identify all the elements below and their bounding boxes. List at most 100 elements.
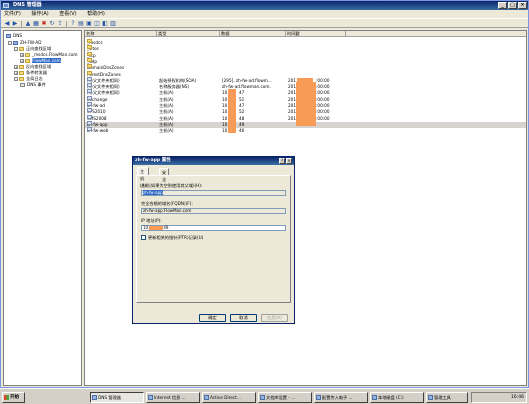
filter-icon[interactable]: ▥ — [110, 21, 116, 27]
show-tree-icon[interactable]: ▦ — [33, 21, 39, 27]
column-header-name[interactable]: 名称 — [85, 31, 157, 37]
tree-item-forward-zones[interactable]: - 正向查找区域 — [14, 46, 51, 51]
new-record-icon[interactable]: ▣ — [86, 21, 92, 27]
table-row[interactable]: ForestDnsZones — [85, 70, 526, 78]
record-icon — [87, 127, 92, 132]
menu-help[interactable]: 帮助(H) — [87, 11, 105, 17]
cancel-button[interactable]: 取消 — [230, 314, 257, 322]
record-icon — [87, 102, 92, 106]
dialog-title: zh-fw-app 属性 — [135, 158, 171, 163]
table-row[interactable]: _tcp — [85, 51, 526, 59]
delete-icon[interactable]: ✖ — [41, 21, 47, 27]
record-data: 10 — [222, 121, 228, 127]
record-timestamp: 201 — [288, 103, 296, 108]
host-field[interactable]: zh-fw-app — [141, 190, 286, 196]
title-bar[interactable]: DNS 管理器 _ □ × — [1, 1, 528, 10]
ip-label: IP 地址(P): — [141, 218, 162, 223]
app-icon — [316, 395, 321, 400]
expand-icon[interactable]: + — [14, 65, 18, 69]
table-row[interactable]: _msdcs — [85, 39, 526, 46]
dialog-title-bar[interactable]: zh-fw-app 属性 ? × — [133, 157, 294, 165]
tree-item-dns-events[interactable]: DNS 事件 — [20, 82, 46, 87]
tree-item-msdcs-zone[interactable]: + _msdcs.FlowMan.com — [20, 52, 78, 57]
host-tab-panel: 主机(如果为空则使用其父域)(H): zh-fw-app 完全合格的域名(FQD… — [136, 175, 291, 303]
log-icon — [20, 83, 25, 87]
ip-address-field[interactable]: 10. 49 — [141, 225, 286, 231]
record-timestamp-suffix: :00:00 — [316, 90, 330, 96]
record-data: [295], zh-fw-ad.flowm... — [222, 77, 272, 83]
help-icon[interactable]: ? — [70, 21, 76, 27]
app-icon — [428, 395, 433, 400]
new-alias-icon[interactable]: ◧ — [102, 21, 108, 27]
column-header-timestamp[interactable]: 时间戳 — [286, 31, 346, 37]
record-type: 起始授权机构(SOA) — [159, 77, 197, 83]
expand-icon[interactable]: + — [20, 53, 24, 57]
console-tree[interactable]: DNS - ZH-FW-AD - 正向查找区域 + _msdcs.FlowMan.co… — [3, 30, 82, 386]
table-row[interactable]: _sites — [85, 45, 526, 52]
up-folder-icon[interactable]: ▲ — [25, 21, 31, 27]
refresh-icon[interactable]: ↻ — [49, 21, 55, 27]
record-timestamp: 201 — [288, 84, 296, 90]
dialog-close-button[interactable]: × — [286, 158, 292, 164]
table-row[interactable]: zh-fw-web 主机(A) 10 46 — [85, 127, 526, 134]
table-row[interactable]: _udp — [85, 57, 526, 65]
minimize-button[interactable]: _ — [498, 2, 507, 9]
record-type: 主机(A) — [159, 96, 174, 102]
taskbar-button[interactable]: Internet 信息 ... — [146, 392, 200, 403]
taskbar-button[interactable]: 本地磁盘 (C:) — [370, 392, 424, 403]
taskbar-button[interactable]: Active Direct... — [202, 392, 256, 403]
clock[interactable]: 16:46 — [511, 395, 524, 400]
redaction-mark — [228, 89, 236, 133]
close-button[interactable]: × — [518, 2, 527, 9]
tab-host-a[interactable]: 主机(A) — [137, 167, 150, 188]
record-timestamp-suffix: :00:00 — [316, 103, 330, 108]
forward-icon[interactable]: ▶ — [12, 21, 18, 27]
menu-action[interactable]: 操作(A) — [31, 11, 48, 17]
taskbar-button[interactable]: DNS 管理器 — [90, 392, 144, 403]
column-header-data[interactable]: 数据 — [220, 31, 286, 37]
expand-icon[interactable]: + — [14, 71, 18, 75]
tab-security[interactable]: 安全 — [159, 168, 170, 182]
table-row[interactable]: DomainDnsZones — [85, 64, 526, 71]
collapse-icon[interactable]: - — [14, 47, 18, 51]
zone-icon — [25, 59, 30, 63]
record-data: 10 — [222, 109, 228, 115]
menu-file[interactable]: 文件(F) — [4, 11, 21, 17]
folder-icon — [19, 77, 24, 81]
record-name: zh-fw-web — [87, 127, 109, 134]
tree-item-server[interactable]: - ZH-FW-AD — [8, 40, 41, 45]
start-button[interactable]: 开始 — [2, 392, 25, 403]
folder-icon — [87, 39, 92, 43]
taskbar-button[interactable]: 配置传入电子 ... — [314, 392, 368, 403]
collapse-icon[interactable]: - — [14, 77, 18, 81]
fqdn-field: zh-fw-app.FlowMan.com — [141, 208, 286, 214]
properties-icon[interactable]: ▤ — [78, 21, 84, 27]
update-ptr-checkbox[interactable] — [141, 235, 146, 240]
tree-item-reverse-zones[interactable]: + 反向查找区域 — [14, 64, 51, 69]
taskbar: 开始 DNS 管理器 Internet 信息 ... Active Direct..… — [0, 388, 529, 404]
app-icon — [204, 395, 209, 400]
back-icon[interactable]: ◀ — [4, 21, 10, 27]
help-button[interactable]: ? — [279, 158, 285, 164]
toolbar-separator — [66, 21, 67, 27]
export-list-icon[interactable]: ⇪ — [57, 21, 63, 27]
record-data-suffix: 48 — [239, 115, 245, 121]
collapse-icon[interactable]: - — [8, 41, 12, 45]
ok-button[interactable]: 确定 — [199, 314, 226, 322]
taskbar-button[interactable]: 文档库设置 - ... — [258, 392, 312, 403]
expand-icon[interactable]: + — [20, 59, 24, 63]
tree-item-dns[interactable]: DNS — [6, 33, 22, 38]
tree-item-flowman-zone[interactable]: + FlowMan.com — [20, 58, 61, 63]
column-header-type[interactable]: 类型 — [157, 31, 220, 37]
maximize-button[interactable]: □ — [508, 2, 517, 9]
new-domain-icon[interactable]: ◫ — [94, 21, 100, 27]
tree-item-global-logs[interactable]: - 全局日志 — [14, 76, 43, 81]
taskbar-button[interactable]: 管理工具 — [426, 392, 468, 403]
menu-view[interactable]: 查看(V) — [59, 11, 76, 17]
tree-item-conditional-forwarders[interactable]: + 条件转发器 — [14, 70, 47, 75]
record-timestamp: 201 — [288, 77, 296, 83]
apply-button[interactable]: 应用(A) — [261, 314, 288, 322]
folder-icon — [87, 70, 92, 75]
record-timestamp-suffix: :00:00 — [316, 96, 330, 102]
folder-icon — [87, 45, 92, 50]
